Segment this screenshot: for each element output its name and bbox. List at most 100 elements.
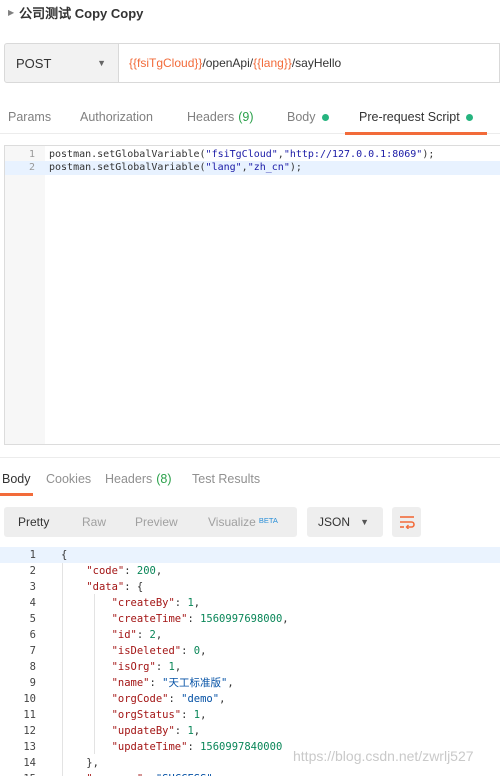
- json-token: "updateTime": [111, 741, 188, 753]
- json-token: :: [181, 645, 194, 657]
- json-token: "orgCode": [111, 693, 169, 705]
- line-number: 3: [29, 581, 36, 593]
- tab-prerequest-script[interactable]: Pre-request Script: [345, 100, 487, 135]
- response-code: "isOrg": 1,: [61, 659, 182, 675]
- response-code: "updateBy": 1,: [61, 723, 201, 739]
- json-token: "id": [111, 629, 137, 641]
- json-token: ,: [227, 677, 234, 689]
- json-token: "code": [86, 565, 125, 577]
- response-body-viewer[interactable]: 1{2 "code": 200, 3 "data": {4 "createBy":…: [0, 546, 500, 776]
- tab-headers-count: (9): [238, 110, 254, 124]
- wrap-lines-button[interactable]: [392, 507, 421, 537]
- line-number: 7: [29, 645, 36, 657]
- panel-divider[interactable]: [0, 457, 500, 458]
- url-variable: {{fsiTgCloud}}: [129, 56, 203, 70]
- prerequest-status-dot-icon: [465, 113, 473, 121]
- tab-response-headers-count: (8): [156, 472, 172, 486]
- json-token: "createBy": [111, 597, 175, 609]
- code-token: );: [289, 162, 302, 173]
- raw-button[interactable]: Raw: [82, 507, 106, 537]
- response-line: 8 "isOrg": 1,: [0, 659, 500, 675]
- tab-cookies-label: Cookies: [46, 472, 92, 486]
- collection-title-bar[interactable]: ▶ 公司测试 Copy Copy: [0, 0, 500, 24]
- response-line: 1{: [0, 547, 500, 563]
- raw-label: Raw: [82, 515, 107, 529]
- json-token: "data": [86, 581, 125, 593]
- format-select[interactable]: JSON ▼: [307, 507, 383, 537]
- line-number: 11: [23, 709, 36, 721]
- format-label: JSON: [318, 515, 351, 529]
- line-number: 9: [29, 677, 36, 689]
- method-label: POST: [16, 55, 52, 71]
- tab-params[interactable]: Params: [8, 100, 51, 134]
- tab-headers[interactable]: Headers (9): [187, 100, 254, 134]
- tab-authorization[interactable]: Authorization: [80, 100, 153, 134]
- tab-test-results[interactable]: Test Results: [192, 463, 260, 495]
- response-line: 2 "code": 200,: [0, 563, 500, 579]
- tab-response-headers-label: Headers: [105, 472, 153, 486]
- wrap-lines-icon: [399, 516, 415, 529]
- code-token: );: [422, 149, 435, 160]
- method-select[interactable]: POST ▼: [4, 43, 119, 83]
- url-input[interactable]: {{fsiTgCloud}}/openApi/{{lang}}/sayHello: [119, 43, 500, 83]
- response-code: "message": "SUCCESS": [61, 771, 212, 776]
- line-number: 6: [29, 629, 36, 641]
- json-token: "天工标准版": [162, 677, 228, 689]
- json-token: :: [155, 661, 169, 673]
- line-number: 2: [28, 162, 35, 173]
- response-line: 6 "id": 2,: [0, 627, 500, 643]
- tab-response-headers[interactable]: Headers (8): [105, 463, 172, 495]
- json-token: ,: [193, 725, 201, 737]
- script-editor[interactable]: 1 postman.setGlobalVariable("fsiTgCloud",…: [4, 145, 500, 445]
- line-number: 8: [29, 661, 36, 673]
- code-token: "lang": [205, 162, 242, 173]
- visualize-label: Visualize: [208, 515, 256, 529]
- chevron-down-icon: ▼: [360, 517, 369, 527]
- line-number: 15: [14, 771, 36, 776]
- json-token: : {: [124, 581, 144, 593]
- tab-response-body[interactable]: Body: [0, 463, 32, 496]
- code-token: postman.setGlobalVariable(: [49, 162, 206, 173]
- pretty-label: Pretty: [18, 515, 50, 529]
- json-token: ,: [219, 693, 226, 705]
- response-code: },: [61, 755, 99, 771]
- visualize-button[interactable]: Visualize BETA: [208, 507, 278, 537]
- line-number: 2: [29, 565, 36, 577]
- json-token: },: [61, 757, 99, 769]
- response-line: 3 "data": {: [0, 579, 500, 595]
- json-token: :: [124, 565, 137, 577]
- pretty-button[interactable]: Pretty: [18, 507, 49, 537]
- url-segment: /openApi/: [202, 56, 254, 70]
- json-token: 1560997840000: [200, 741, 283, 753]
- json-token: "createTime": [111, 613, 188, 625]
- response-line: 7 "isDeleted": 0,: [0, 643, 500, 659]
- url-variable: {{lang}}: [253, 56, 292, 70]
- json-token: ,: [155, 629, 163, 641]
- body-status-dot-icon: [321, 113, 329, 121]
- tab-authorization-label: Authorization: [80, 110, 153, 124]
- tab-body[interactable]: Body: [287, 100, 329, 134]
- response-tabs: Body Cookies Headers (8) Test Results: [0, 463, 500, 496]
- tab-cookies[interactable]: Cookies: [46, 463, 91, 495]
- json-token: "isOrg": [111, 661, 156, 673]
- request-tabs: Params Authorization Headers (9) Body Pr…: [0, 100, 500, 135]
- json-token: 200: [136, 565, 156, 577]
- caret-right-icon[interactable]: ▶: [8, 8, 14, 17]
- response-line: 10 "orgCode": "demo",: [0, 691, 500, 707]
- code-token: "fsiTgCloud": [205, 149, 278, 160]
- json-token: "orgStatus": [111, 709, 182, 721]
- json-token: "demo": [181, 693, 220, 705]
- response-code: "orgStatus": 1,: [61, 707, 207, 723]
- response-code: "data": {: [61, 579, 143, 595]
- line-number: 1: [28, 149, 35, 160]
- preview-button[interactable]: Preview: [135, 507, 178, 537]
